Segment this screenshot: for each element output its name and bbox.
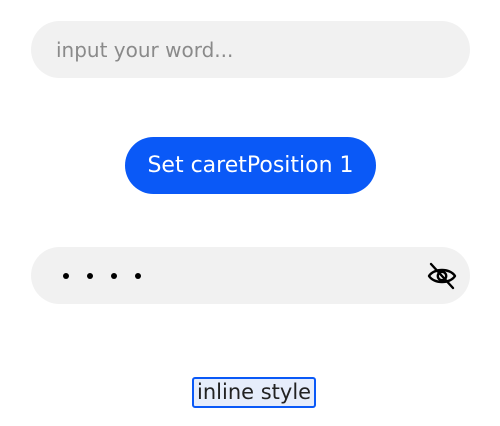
eye-off-icon bbox=[427, 262, 457, 290]
password-visibility-toggle[interactable] bbox=[426, 260, 458, 292]
password-mask bbox=[63, 272, 141, 279]
password-input[interactable] bbox=[31, 247, 470, 304]
password-mask-dot bbox=[135, 272, 141, 279]
set-caret-position-button[interactable]: Set caretPosition 1 bbox=[125, 137, 376, 194]
inline-style-value: inline style bbox=[197, 380, 312, 404]
set-caret-position-label: Set caretPosition 1 bbox=[147, 153, 354, 178]
word-input-placeholder: input your word... bbox=[56, 37, 234, 62]
page: input your word... Set caretPosition 1 i… bbox=[0, 0, 500, 426]
word-input[interactable]: input your word... bbox=[31, 21, 470, 78]
inline-style-input[interactable]: inline style bbox=[192, 377, 317, 408]
password-mask-dot bbox=[87, 272, 93, 279]
password-mask-dot bbox=[63, 272, 69, 279]
password-mask-dot bbox=[111, 272, 117, 279]
